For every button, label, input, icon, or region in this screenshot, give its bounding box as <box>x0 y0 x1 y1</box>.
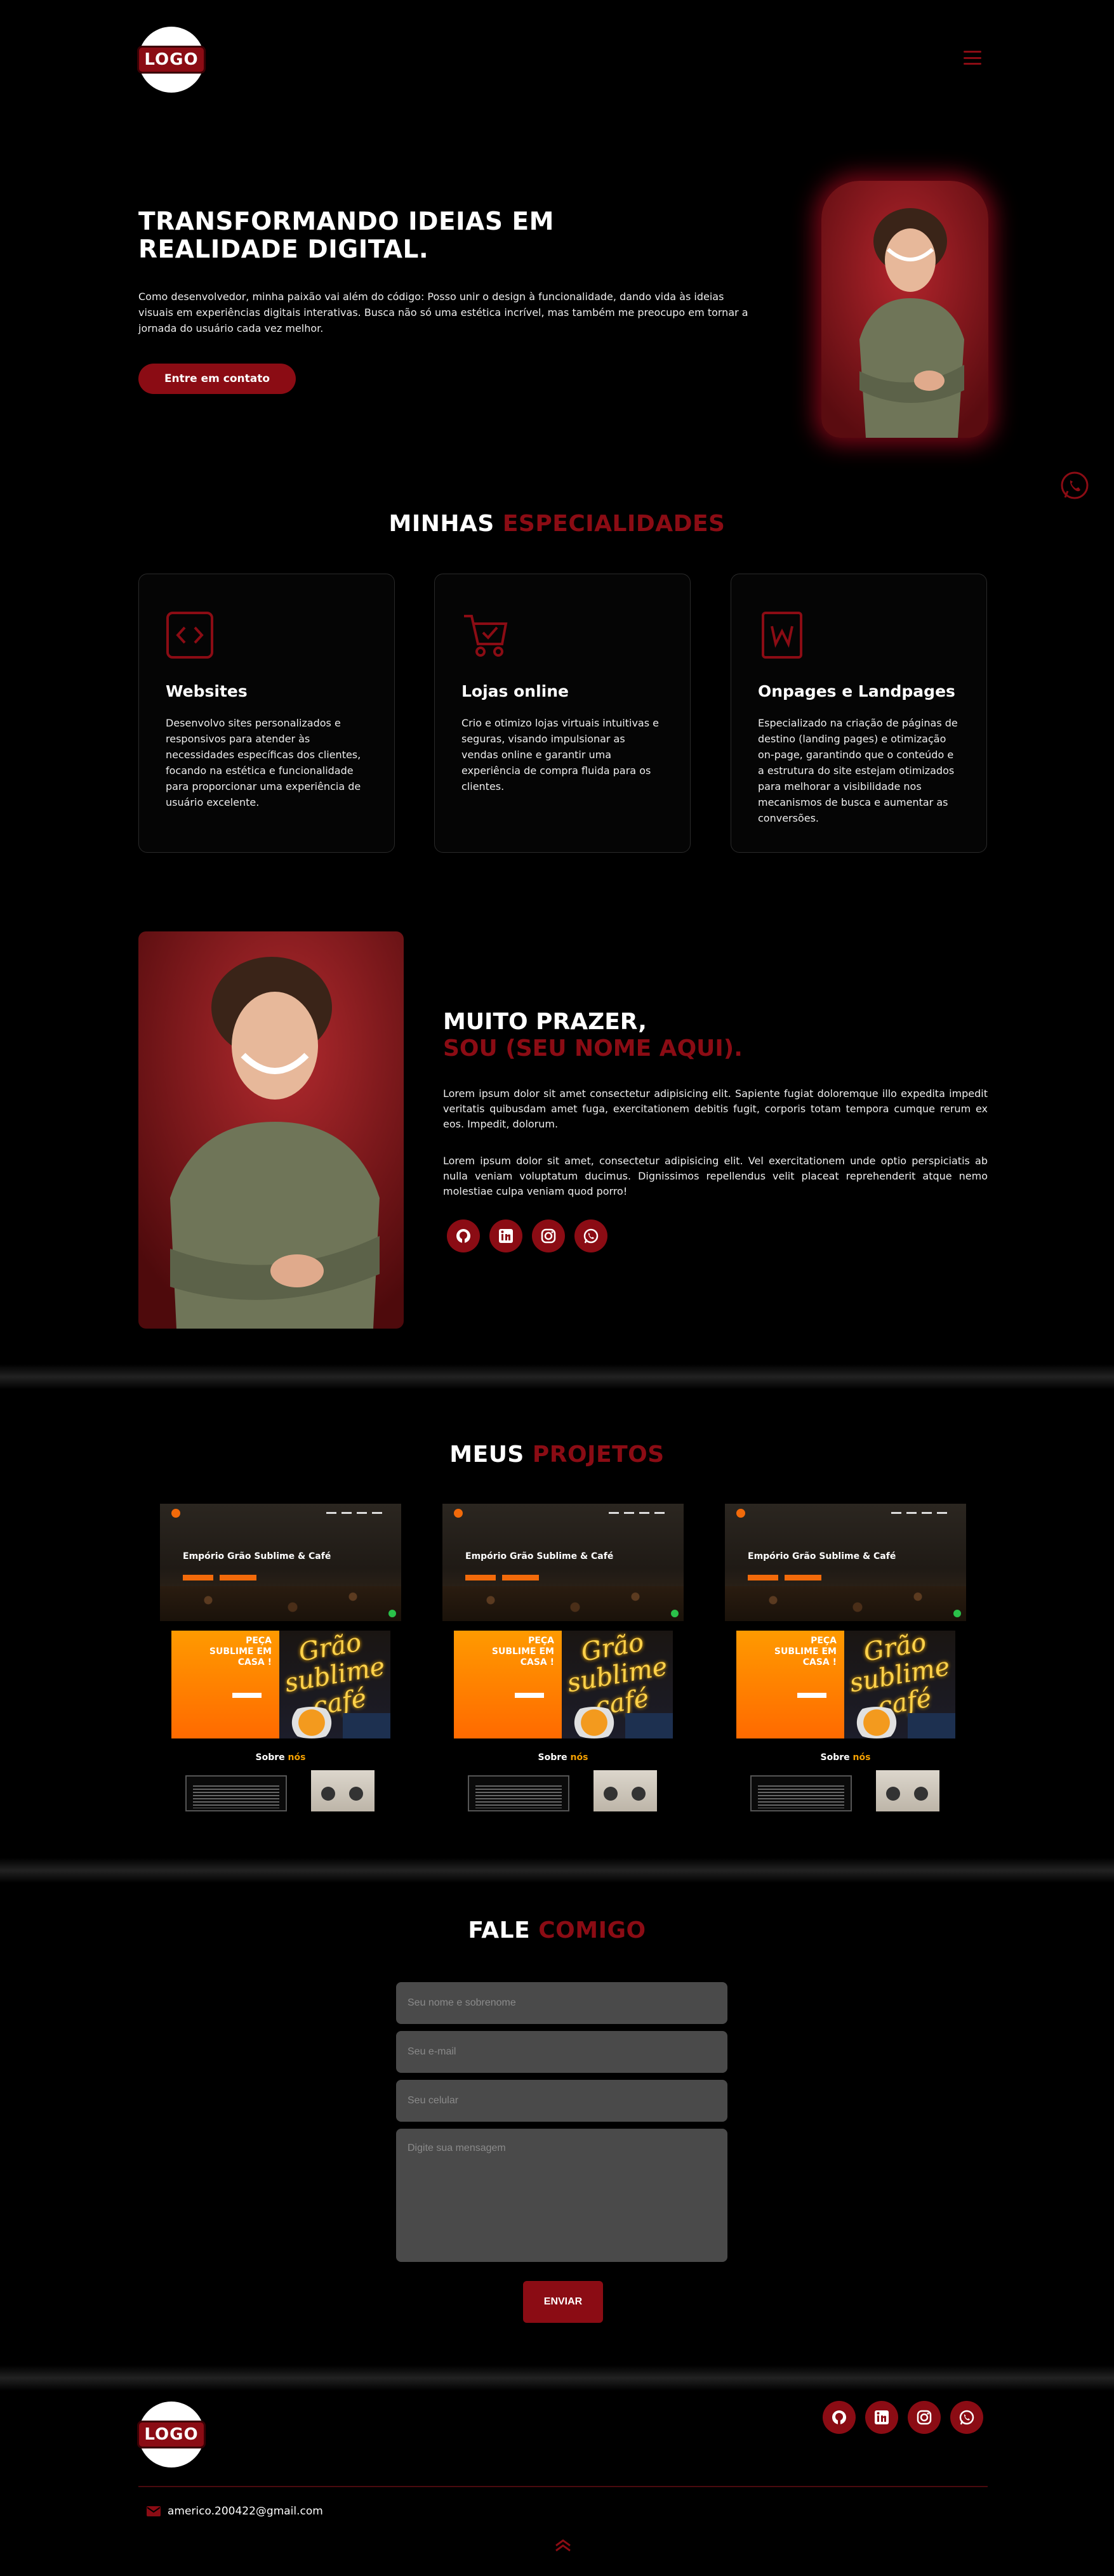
card-text: Especializado na criação de páginas de d… <box>758 717 958 824</box>
footer-github-link[interactable] <box>823 2401 856 2434</box>
shopping-cart-icon <box>464 615 508 657</box>
about-paragraph: Lorem ipsum dolor sit amet consectetur a… <box>443 1088 988 1130</box>
section-divider <box>0 2365 1114 2391</box>
project-promo: PEÇA SUBLIME EM CASA ! <box>774 1636 837 1667</box>
instagram-icon <box>917 2410 932 2425</box>
logo[interactable]: LOGO <box>137 27 206 93</box>
projects-title-white: MEUS <box>449 1442 524 1468</box>
name-field[interactable] <box>396 1982 727 2024</box>
footer-email-text: americo.200422@gmail.com <box>168 2505 323 2518</box>
linkedin-icon <box>875 2410 889 2424</box>
hero-photo <box>821 181 988 438</box>
specialty-card-websites: Websites Desenvolvo sites personalizados… <box>138 574 395 853</box>
about-title-red: SOU (SEU NOME AQUI). <box>443 1035 743 1061</box>
contact-button[interactable]: Entre em contato <box>138 364 296 394</box>
linkedin-link[interactable] <box>489 1219 522 1252</box>
project-site-title: Empório Grão Sublime & Café <box>465 1551 614 1561</box>
card-title: Lojas online <box>461 682 569 700</box>
send-button[interactable]: ENVIAR <box>523 2281 603 2323</box>
whatsapp-float-icon[interactable] <box>1059 470 1091 501</box>
footer-logo[interactable]: LOGO <box>137 2402 206 2468</box>
whatsapp-icon <box>583 1228 599 1244</box>
email-field[interactable] <box>396 2031 727 2073</box>
project-card[interactable]: Empório Grão Sublime & Café PEÇA SUBLIME… <box>725 1504 966 1811</box>
project-sobre-orange: nós <box>570 1752 588 1763</box>
about-paragraph: Lorem ipsum dolor sit amet, consectetur … <box>443 1155 988 1197</box>
project-card[interactable]: Empório Grão Sublime & Café PEÇA SUBLIME… <box>442 1504 684 1811</box>
section-divider <box>0 1858 1114 1883</box>
specialties-title-red: ESPECIALIDADES <box>502 511 726 537</box>
specialty-card-landpages: Onpages e Landpages Especializado na cri… <box>731 574 987 853</box>
project-doc-preview <box>750 1775 852 1811</box>
hamburger-menu-icon[interactable] <box>964 51 981 65</box>
phone-field[interactable] <box>396 2080 727 2122</box>
card-title: Websites <box>166 682 248 700</box>
project-banner-preview: PEÇA SUBLIME EM CASA ! Grão sublime café <box>736 1627 955 1738</box>
project-site-title: Empório Grão Sublime & Café <box>748 1551 896 1561</box>
project-hero-preview: Empório Grão Sublime & Café <box>160 1504 401 1621</box>
code-icon <box>166 612 213 659</box>
github-icon <box>456 1229 470 1243</box>
about-title: MUITO PRAZER, SOU (SEU NOME AQUI). <box>443 1009 743 1062</box>
hero-text: Como desenvolvedor, minha paixão vai alé… <box>138 291 748 334</box>
card-title: Onpages e Landpages <box>758 682 955 700</box>
project-sobre-heading: Sobre nós <box>160 1752 401 1763</box>
hero-title: TRANSFORMANDO IDEIAS EM REALIDADE DIGITA… <box>138 207 554 264</box>
mail-icon <box>147 2506 161 2516</box>
wordpress-icon <box>762 612 802 659</box>
footer-divider <box>138 2486 988 2487</box>
logo-text: LOGO <box>137 46 206 74</box>
project-image-preview <box>593 1770 657 1811</box>
project-sobre-orange: nós <box>288 1752 306 1763</box>
card-text: Crio e otimizo lojas virtuais intuitivas… <box>461 717 659 792</box>
project-doc-preview <box>185 1775 287 1811</box>
back-to-top-icon[interactable] <box>554 2538 573 2552</box>
project-hero-preview: Empório Grão Sublime & Café <box>442 1504 684 1621</box>
message-field[interactable] <box>396 2129 727 2262</box>
project-promo: PEÇA SUBLIME EM CASA ! <box>491 1636 554 1667</box>
footer-logo-text: LOGO <box>137 2421 206 2448</box>
projects-title: MEUS PROJETOS <box>0 1442 1114 1468</box>
instagram-icon <box>541 1228 556 1244</box>
project-site-title: Empório Grão Sublime & Café <box>183 1551 331 1561</box>
specialty-card-online-stores: Lojas online Crio e otimizo lojas virtua… <box>434 574 691 853</box>
project-sobre-orange: nós <box>852 1752 871 1763</box>
project-banner-preview: PEÇA SUBLIME EM CASA ! Grão sublime café <box>171 1627 390 1738</box>
project-hero-preview: Empório Grão Sublime & Café <box>725 1504 966 1621</box>
project-promo: PEÇA SUBLIME EM CASA ! <box>209 1636 272 1667</box>
project-image-preview <box>311 1770 375 1811</box>
project-sobre-white: Sobre <box>255 1752 285 1763</box>
project-sobre-white: Sobre <box>820 1752 850 1763</box>
about-title-white: MUITO PRAZER, <box>443 1009 647 1035</box>
footer-instagram-link[interactable] <box>908 2401 941 2434</box>
projects-title-red: PROJETOS <box>532 1442 665 1468</box>
card-text: Desenvolvo sites personalizados e respon… <box>166 717 361 808</box>
footer-whatsapp-link[interactable] <box>950 2401 983 2434</box>
github-icon <box>832 2410 846 2424</box>
footer-linkedin-link[interactable] <box>865 2401 898 2434</box>
contact-title-white: FALE <box>468 1917 531 1943</box>
about-photo <box>138 931 404 1329</box>
section-divider <box>0 1364 1114 1390</box>
project-sobre-heading: Sobre nós <box>725 1752 966 1763</box>
specialties-title: MINHAS ESPECIALIDADES <box>0 511 1114 537</box>
contact-title-red: COMIGO <box>538 1917 646 1943</box>
whatsapp-icon <box>959 2410 974 2425</box>
specialties-title-white: MINHAS <box>388 511 494 537</box>
linkedin-icon <box>499 1229 513 1243</box>
project-sobre-white: Sobre <box>538 1752 567 1763</box>
project-doc-preview <box>468 1775 569 1811</box>
project-sobre-heading: Sobre nós <box>442 1752 684 1763</box>
whatsapp-link[interactable] <box>574 1219 607 1252</box>
project-card[interactable]: Empório Grão Sublime & Café PEÇA SUBLIME… <box>160 1504 401 1811</box>
project-image-preview <box>876 1770 939 1811</box>
github-link[interactable] <box>447 1219 480 1252</box>
contact-title: FALE COMIGO <box>0 1917 1114 1943</box>
project-banner-preview: PEÇA SUBLIME EM CASA ! Grão sublime café <box>454 1627 673 1738</box>
footer-email[interactable]: americo.200422@gmail.com <box>146 2505 323 2518</box>
instagram-link[interactable] <box>532 1219 565 1252</box>
